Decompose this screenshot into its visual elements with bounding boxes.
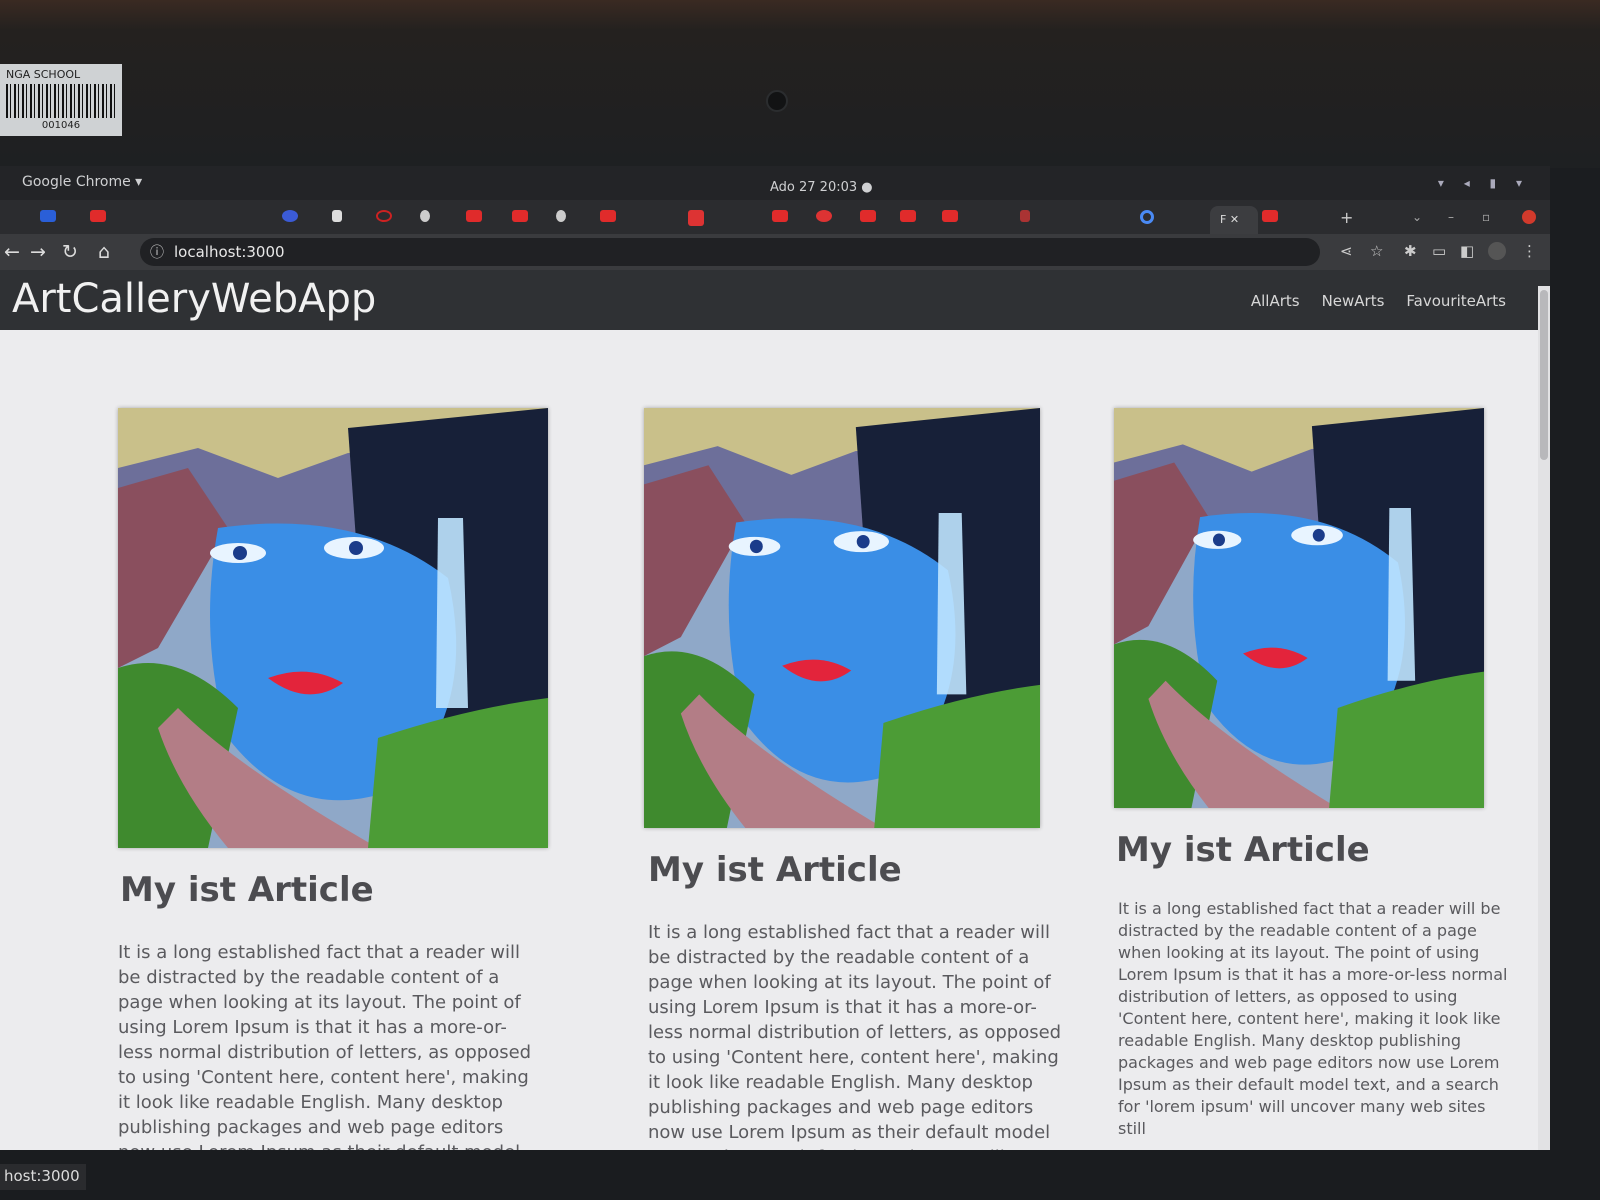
tab-favicon[interactable]	[688, 210, 704, 226]
url-text[interactable]: localhost:3000	[174, 243, 285, 261]
youtube-tab-icon[interactable]	[600, 210, 616, 222]
article-image[interactable]	[644, 408, 1040, 828]
youtube-tab-icon[interactable]	[512, 210, 528, 222]
minimize-icon[interactable]: –	[1448, 210, 1454, 224]
extensions-icon[interactable]: ✱	[1404, 242, 1417, 260]
close-window-icon[interactable]	[1522, 210, 1536, 224]
article-card: My ist Article It is a long established …	[640, 330, 1100, 1150]
site-info-icon[interactable]: ⓘ	[150, 242, 164, 262]
tab-search-icon[interactable]: ⌄	[1412, 210, 1422, 224]
sticker-label: NGA SCHOOL	[6, 68, 81, 81]
system-top-bar: Google Chrome ▾ Ado 27 20:03 ● ▾ ◂ ▮ ▾	[0, 166, 1550, 200]
main-nav: AllArts NewArts FavouriteArts	[1251, 292, 1506, 310]
tab-favicon[interactable]	[282, 210, 298, 222]
youtube-tab-icon[interactable]	[942, 210, 958, 222]
share-icon[interactable]: ⋖	[1340, 242, 1353, 260]
maximize-icon[interactable]: ▫	[1482, 210, 1490, 224]
nav-favourite-arts[interactable]: FavouriteArts	[1406, 292, 1506, 310]
tab-favicon[interactable]	[556, 210, 566, 222]
article-title: My ist Article	[1116, 830, 1370, 870]
brand-logo[interactable]: ArtCalleryWebApp	[12, 276, 376, 322]
article-card: My ist Article It is a long established …	[1110, 330, 1530, 1150]
article-title: My ist Article	[120, 870, 374, 910]
article-image[interactable]	[118, 408, 548, 848]
new-tab-button[interactable]: +	[1340, 208, 1353, 227]
gmail-tab-icon[interactable]	[816, 210, 832, 222]
chrome-toolbar: ← → ↻ ⌂ ⓘ localhost:3000 ⋖ ☆ ✱ ▭ ◧ ⋮	[0, 234, 1550, 270]
asset-sticker: NGA SCHOOL 001046	[0, 64, 122, 136]
youtube-tab-icon[interactable]	[772, 210, 788, 222]
article-body: It is a long established fact that a rea…	[648, 922, 1062, 1150]
address-bar[interactable]: ⓘ localhost:3000	[140, 238, 1320, 266]
forward-arrow-icon[interactable]: →	[30, 241, 46, 263]
artwork-painting	[118, 408, 548, 848]
article-title: My ist Article	[648, 850, 902, 890]
article-body: It is a long established fact that a rea…	[118, 942, 532, 1150]
article-image[interactable]	[1114, 408, 1484, 808]
webcam	[766, 90, 788, 112]
google-tab-icon[interactable]	[1140, 210, 1154, 224]
page-scrollbar[interactable]	[1538, 286, 1550, 1150]
bookmark-star-icon[interactable]: ☆	[1370, 242, 1383, 260]
laptop-bezel-bottom	[0, 1150, 1600, 1200]
laptop-bezel: NGA SCHOOL 001046	[0, 0, 1600, 168]
tab-favicon[interactable]	[420, 210, 430, 222]
nav-new-arts[interactable]: NewArts	[1322, 292, 1385, 310]
tab-active[interactable]: F ✕	[1210, 206, 1258, 234]
barcode-graphic	[6, 84, 116, 118]
pen-tab-icon[interactable]	[332, 210, 342, 222]
tab-favicon[interactable]	[376, 210, 392, 222]
article-body: It is a long established fact that a rea…	[1118, 899, 1508, 1138]
screen: Google Chrome ▾ Ado 27 20:03 ● ▾ ◂ ▮ ▾ F…	[0, 166, 1550, 1150]
profile-avatar[interactable]	[1488, 242, 1506, 260]
tab-favicon[interactable]	[40, 210, 56, 222]
chrome-menu-icon[interactable]: ⋮	[1522, 242, 1537, 260]
artwork-painting	[644, 408, 1040, 828]
side-panel-icon[interactable]: ◧	[1460, 242, 1474, 260]
sticker-code: 001046	[41, 120, 81, 131]
youtube-tab-icon[interactable]	[860, 210, 876, 222]
active-app-menu[interactable]: Google Chrome ▾	[22, 174, 142, 190]
article-card: My ist Article It is a long established …	[110, 330, 570, 1150]
youtube-tab-icon[interactable]	[90, 210, 106, 222]
scrollbar-thumb[interactable]	[1540, 290, 1548, 460]
system-clock[interactable]: Ado 27 20:03 ●	[770, 180, 873, 195]
back-arrow-icon[interactable]: ←	[4, 241, 20, 263]
reload-icon[interactable]: ↻	[62, 241, 78, 263]
chrome-tab-strip: F ✕ + ⌄ – ▫	[0, 200, 1550, 234]
home-icon[interactable]: ⌂	[98, 241, 110, 263]
articles-grid: My ist Article It is a long established …	[0, 330, 1538, 1150]
artwork-painting	[1114, 408, 1484, 808]
link-status-bar: host:3000	[0, 1164, 86, 1190]
cast-icon[interactable]: ▭	[1432, 242, 1446, 260]
youtube-tab-icon[interactable]	[900, 210, 916, 222]
nav-all-arts[interactable]: AllArts	[1251, 292, 1300, 310]
youtube-tab-icon[interactable]	[1262, 210, 1278, 222]
youtube-tab-icon[interactable]	[466, 210, 482, 222]
system-tray-icons[interactable]: ▾ ◂ ▮ ▾	[1438, 176, 1530, 190]
app-navbar: ArtCalleryWebApp AllArts NewArts Favouri…	[0, 270, 1550, 330]
tab-favicon[interactable]	[1020, 210, 1030, 222]
